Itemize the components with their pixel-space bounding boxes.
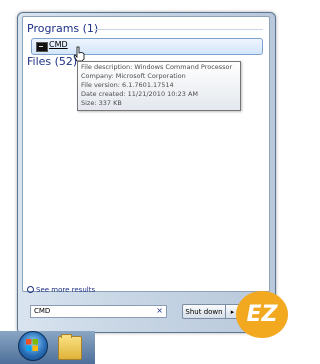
cmd-icon: [36, 42, 48, 52]
result-label: CMD: [49, 40, 68, 49]
tooltip-line: Company: Microsoft Corporation: [81, 72, 186, 80]
tooltip-line: File description: Windows Command Proces…: [81, 63, 233, 71]
search-input-value: CMD: [34, 307, 51, 315]
files-group-header: Files (52): [27, 55, 78, 68]
windows-logo-icon: [26, 339, 38, 351]
programs-group-header: Programs (1): [27, 22, 99, 35]
tooltip-line: File version: 6.1.7601.17514: [81, 81, 174, 89]
file-tooltip: File description: Windows Command Proces…: [77, 61, 241, 111]
ez-logo: EZ: [236, 291, 288, 338]
search-icon: [27, 286, 34, 293]
result-item-cmd[interactable]: CMD: [31, 38, 263, 55]
folder-icon[interactable]: [58, 334, 82, 360]
see-more-results-link[interactable]: See more results: [27, 285, 95, 294]
windows-orb-icon[interactable]: [18, 331, 48, 361]
see-more-label: See more results: [36, 286, 96, 294]
clear-search-icon[interactable]: ×: [156, 306, 163, 315]
shutdown-button[interactable]: Shut down: [182, 304, 226, 319]
tooltip-line: Size: 337 KB: [81, 99, 122, 107]
divider: [95, 29, 263, 30]
tooltip-line: Date created: 11/21/2010 10:23 AM: [81, 90, 198, 98]
search-input[interactable]: CMD ×: [30, 305, 167, 318]
search-results-panel: Programs (1) CMD Files (52) File descrip…: [22, 16, 270, 294]
